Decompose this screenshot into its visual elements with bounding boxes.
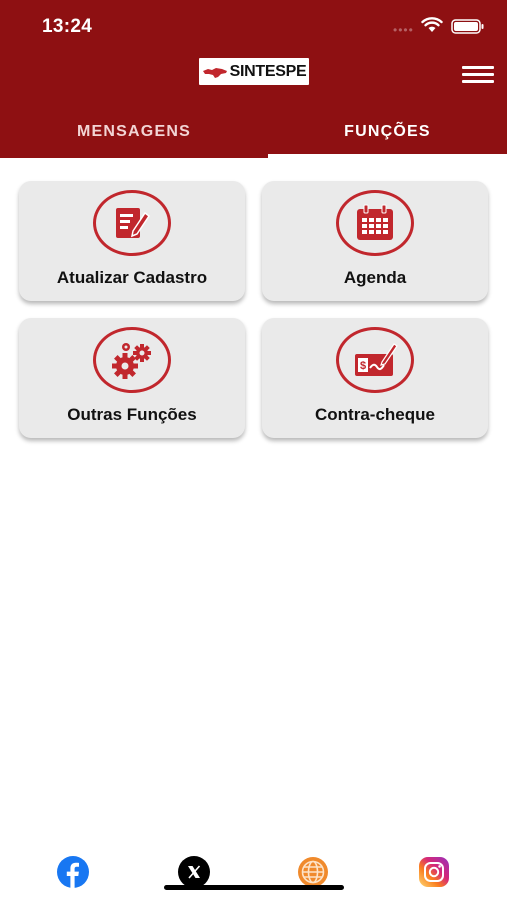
active-tab-indicator (268, 154, 507, 158)
app-header: 13:24 •••• SINTESPE MENSAGENS FUNÇÕES (0, 0, 507, 158)
tab-mensagens-label: MENSAGENS (77, 123, 191, 140)
tab-funcoes-label: FUNÇÕES (344, 123, 431, 140)
x-icon (178, 856, 210, 888)
hamburger-menu-button[interactable] (462, 66, 494, 86)
other-functions-button[interactable]: Outras Funções (19, 318, 245, 438)
update-registration-button[interactable]: Atualizar Cadastro (19, 181, 245, 301)
paycheck-label: Contra-cheque (315, 405, 435, 424)
globe-icon (298, 857, 328, 887)
tab-mensagens[interactable]: MENSAGENS (0, 108, 268, 156)
agenda-button[interactable]: Agenda (262, 181, 488, 301)
other-functions-label: Outras Funções (67, 405, 197, 424)
check-payment-icon: $ (336, 327, 414, 393)
instagram-button[interactable] (418, 856, 450, 888)
battery-icon (451, 19, 484, 34)
website-button[interactable] (297, 856, 329, 888)
gears-icon (93, 327, 171, 393)
facebook-icon (57, 856, 89, 888)
home-indicator[interactable] (164, 885, 344, 890)
logo-text: SINTESPE (229, 62, 307, 80)
edit-document-icon (93, 190, 171, 256)
tab-funcoes[interactable]: FUNÇÕES (268, 108, 507, 156)
update-registration-label: Atualizar Cadastro (56, 268, 208, 287)
instagram-icon (419, 857, 449, 887)
agenda-label: Agenda (343, 268, 407, 287)
logo-map-icon (202, 67, 227, 78)
paycheck-button[interactable]: $ Contra-cheque (262, 318, 488, 438)
calendar-icon (336, 190, 414, 256)
app-logo: SINTESPE (199, 58, 309, 85)
x-button[interactable] (178, 856, 210, 888)
wifi-icon (421, 17, 443, 32)
facebook-button[interactable] (57, 856, 89, 888)
cellular-signal-icon: •••• (393, 23, 414, 37)
svg-text:$: $ (360, 360, 366, 372)
status-time: 13:24 (42, 16, 93, 37)
